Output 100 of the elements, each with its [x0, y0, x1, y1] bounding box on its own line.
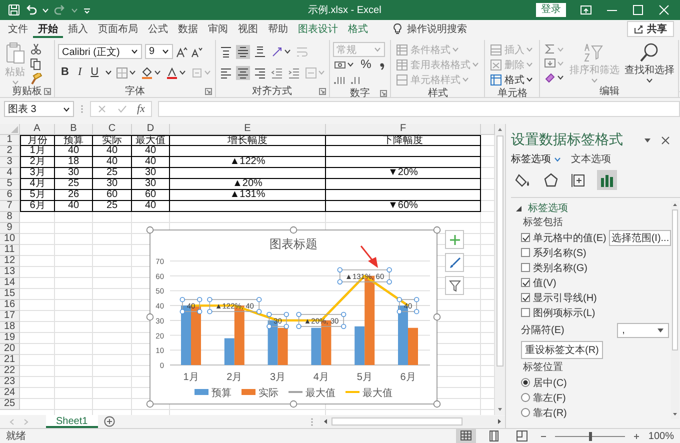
row-header[interactable]: 16: [0, 300, 20, 311]
save-icon[interactable]: [8, 4, 20, 16]
insert-function-button[interactable]: fx: [137, 103, 145, 115]
row-header[interactable]: 15: [0, 289, 20, 300]
row-header[interactable]: 3: [0, 157, 20, 168]
ribbon-tab[interactable]: 数据: [173, 20, 203, 38]
row-header[interactable]: 23: [0, 377, 20, 388]
column-header[interactable]: E: [170, 124, 326, 135]
checkbox-label[interactable]: 显示引导线(H): [533, 290, 597, 304]
align-left-button[interactable]: [218, 66, 233, 80]
legend-item[interactable]: 最大值: [346, 388, 392, 399]
legend-item[interactable]: 最大值: [288, 388, 336, 399]
reset-label-text-button[interactable]: 重设标签文本(R): [521, 341, 603, 359]
radio-button[interactable]: [521, 408, 530, 417]
fill-button[interactable]: [543, 56, 566, 70]
select-range-button[interactable]: 选择范围(I)...: [609, 230, 672, 246]
separator-dropdown[interactable]: ,: [617, 322, 670, 338]
column-header[interactable]: A: [20, 124, 55, 135]
login-button[interactable]: 登录: [536, 3, 566, 17]
chart-title[interactable]: 图表标题: [270, 237, 318, 251]
radio-label[interactable]: 靠左(F): [533, 390, 566, 404]
checkbox-label[interactable]: 系列名称(S): [533, 246, 586, 260]
row-header[interactable]: 21: [0, 355, 20, 366]
row-header[interactable]: 25: [0, 399, 20, 410]
expand-icon[interactable]: [515, 204, 522, 212]
row-header[interactable]: 5: [0, 179, 20, 190]
row-header[interactable]: 22: [0, 366, 20, 377]
checkbox[interactable]: [521, 293, 530, 302]
row-header[interactable]: 14: [0, 278, 20, 289]
row-header[interactable]: 1: [0, 135, 20, 146]
row-header[interactable]: 17: [0, 311, 20, 322]
ribbon-tab[interactable]: 公式: [143, 20, 173, 38]
row-header[interactable]: 12: [0, 256, 20, 267]
ribbon-display-options-icon[interactable]: [580, 4, 592, 16]
font-style-button[interactable]: U: [88, 66, 102, 79]
ribbon-tab[interactable]: 插入: [63, 20, 93, 38]
checkbox-label[interactable]: 值(V): [533, 276, 556, 290]
maximize-icon[interactable]: [632, 4, 644, 16]
checkbox[interactable]: [521, 233, 530, 242]
increase-indent-button[interactable]: [286, 66, 301, 80]
pane-options-icon[interactable]: [644, 138, 651, 142]
font-name-field[interactable]: Calibri (正文): [58, 44, 142, 59]
checkbox-label[interactable]: 类别名称(G): [533, 260, 588, 274]
align-bottom-button[interactable]: [252, 44, 267, 58]
legend-item[interactable]: 实际: [242, 388, 278, 399]
checkbox[interactable]: [521, 308, 530, 317]
drag-handle-icon[interactable]: [80, 103, 84, 115]
checkbox-label[interactable]: 图例项标示(L): [533, 306, 596, 320]
dialog-launcher-icon[interactable]: [44, 88, 51, 95]
column-header[interactable]: C: [93, 124, 132, 135]
ribbon-tab[interactable]: 开始: [33, 20, 63, 38]
align-top-button[interactable]: [218, 44, 233, 58]
close-icon[interactable]: [661, 136, 670, 144]
decrease-font-size-icon[interactable]: [191, 46, 203, 58]
editing-button[interactable]: 查找和选择: [623, 42, 676, 83]
zoom-level[interactable]: 100%: [648, 430, 674, 442]
ribbon-tab[interactable]: 页面布局: [93, 20, 143, 38]
share-button[interactable]: 共享: [627, 21, 674, 37]
bar-chart-tab[interactable]: [597, 170, 617, 190]
dialog-launcher-icon[interactable]: [204, 88, 212, 95]
ribbon-tab[interactable]: 格式: [343, 20, 373, 38]
add-sheet-icon[interactable]: [104, 416, 115, 427]
name-box[interactable]: 图表 3: [4, 101, 74, 117]
section-header[interactable]: 标签选项: [528, 201, 568, 215]
column-header[interactable]: F: [326, 124, 481, 135]
row-header[interactable]: 10: [0, 234, 20, 245]
align-right-button[interactable]: [252, 66, 267, 80]
formula-field[interactable]: [158, 101, 680, 117]
zoom-slider-thumb[interactable]: [589, 432, 592, 440]
font-style-button[interactable]: B: [58, 66, 72, 79]
ribbon-tab[interactable]: 视图: [233, 20, 263, 38]
pane-tab[interactable]: 文本选项: [571, 152, 611, 166]
ribbon-tab[interactable]: 图表设计: [293, 20, 343, 38]
tell-me-search[interactable]: 操作说明搜索: [387, 20, 473, 38]
checkbox-label[interactable]: 单元格中的值(E): [533, 230, 606, 244]
zoom-in-icon[interactable]: [633, 432, 640, 440]
radio-label[interactable]: 靠右(R): [533, 406, 567, 420]
row-header[interactable]: 8: [0, 212, 20, 223]
row-header[interactable]: 6: [0, 190, 20, 201]
borders-button[interactable]: [114, 66, 137, 80]
align-middle-button[interactable]: [236, 44, 250, 58]
column-header[interactable]: D: [132, 124, 170, 135]
increase-decimal-icon[interactable]: [332, 74, 347, 84]
percent-button[interactable]: %: [358, 58, 374, 71]
drag-handle-icon[interactable]: [310, 416, 314, 426]
radio-button[interactable]: [521, 378, 530, 387]
increase-font-size-icon[interactable]: [176, 46, 188, 58]
center-button[interactable]: [236, 66, 250, 80]
checkbox[interactable]: [521, 263, 530, 272]
font-style-button[interactable]: I: [74, 66, 85, 79]
radio-label[interactable]: 居中(C): [533, 376, 567, 390]
paintbrush-icon[interactable]: [30, 73, 42, 85]
row-header[interactable]: 19: [0, 333, 20, 344]
checkbox[interactable]: [521, 248, 530, 257]
row-header[interactable]: 4: [0, 168, 20, 179]
fill-color-button[interactable]: [140, 66, 162, 80]
dialog-launcher-icon[interactable]: [318, 88, 326, 95]
font-size-field[interactable]: 9: [145, 44, 173, 59]
radio-button[interactable]: [521, 393, 530, 402]
row-header[interactable]: 13: [0, 267, 20, 278]
